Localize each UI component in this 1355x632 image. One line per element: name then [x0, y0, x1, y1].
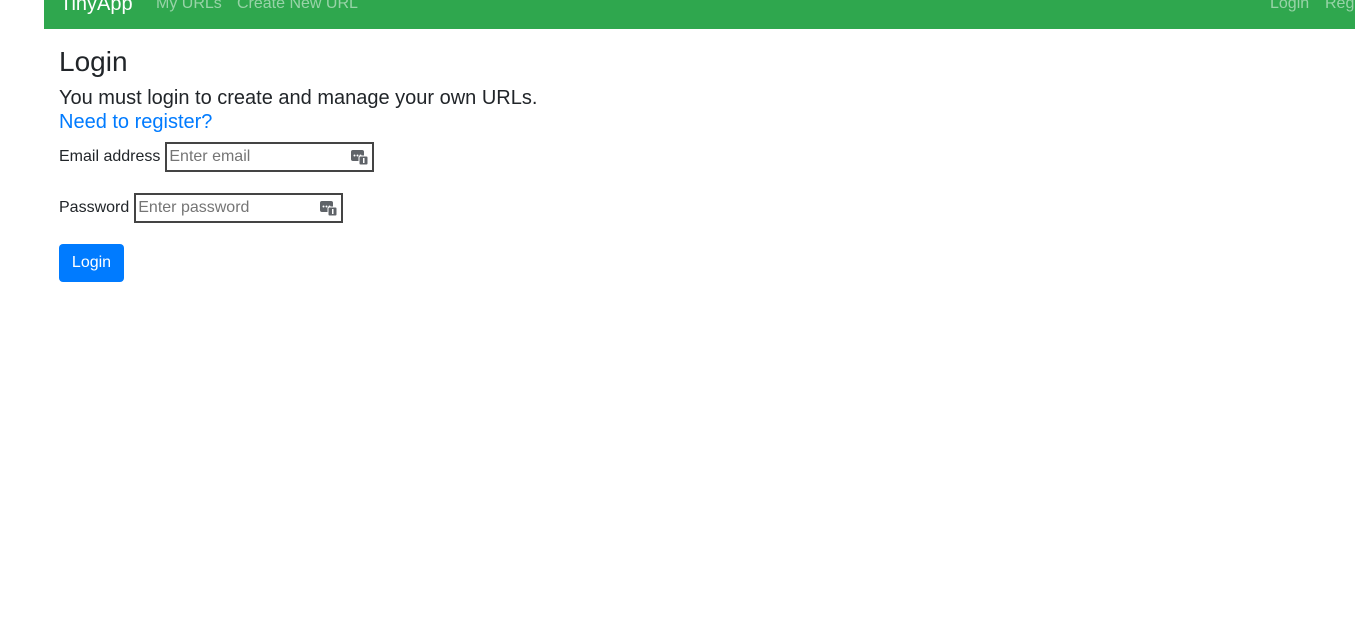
password-field-wrapper [134, 193, 344, 223]
password-row: Password [59, 193, 344, 223]
nav-link-my-urls[interactable]: My URLs [156, 0, 222, 16]
password-manager-icon[interactable] [351, 149, 369, 165]
email-row: Email address [59, 142, 375, 172]
register-link[interactable]: Need to register? [59, 110, 212, 134]
password-manager-icon[interactable] [320, 200, 338, 216]
brand-link[interactable]: TinyApp [60, 0, 133, 16]
email-field[interactable] [169, 147, 346, 167]
login-subtitle: You must login to create and manage your… [59, 87, 538, 109]
email-field-wrapper [165, 142, 375, 172]
navbar: TinyApp My URLs Create New URL Login Reg… [44, 0, 1355, 29]
email-label: Email address [59, 148, 161, 165]
page-title: Login [59, 46, 128, 77]
password-field[interactable] [138, 198, 315, 218]
nav-link-create-new-url[interactable]: Create New URL [237, 0, 358, 16]
nav-link-register[interactable]: Register [1325, 0, 1355, 16]
login-button[interactable]: Login [59, 244, 124, 282]
nav-link-login[interactable]: Login [1270, 0, 1309, 16]
password-label: Password [59, 199, 130, 216]
